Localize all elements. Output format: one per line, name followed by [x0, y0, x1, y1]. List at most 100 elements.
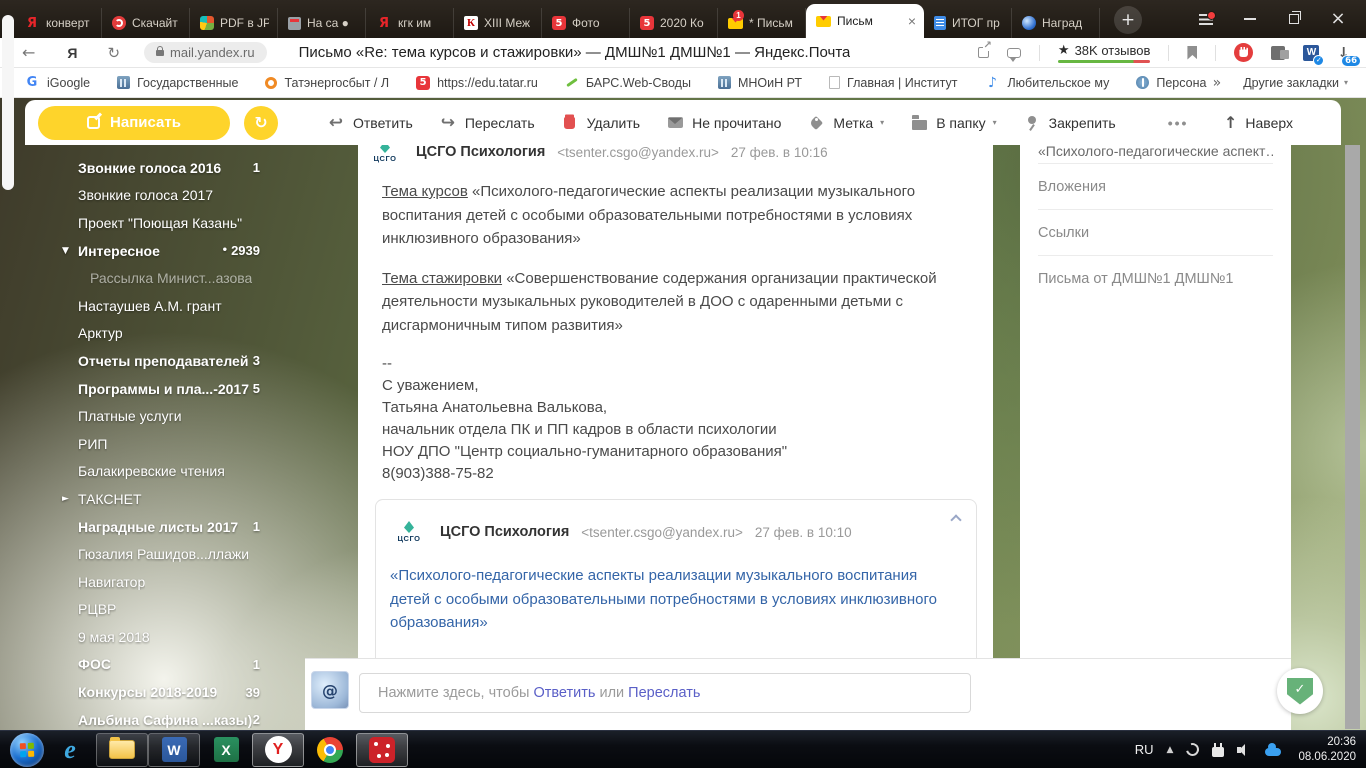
yandex-browser-taskbar-button[interactable]: Y [252, 733, 304, 767]
scroll-to-top-button[interactable]: ↑ Наверх [1224, 113, 1293, 132]
folder-item[interactable]: Балакиревские чтения [78, 458, 260, 486]
folder-item[interactable]: ▼ Интересное • 2939 [78, 237, 260, 265]
folder-item[interactable]: РЦВР [78, 596, 260, 624]
cloud-sync-icon[interactable] [1265, 748, 1281, 756]
tab-close-icon[interactable]: × [908, 13, 916, 29]
mail-action-button[interactable]: Удалить [560, 114, 640, 132]
bookmark-item[interactable]: G iGoogle [24, 75, 90, 91]
folder-item[interactable]: Арктур [78, 320, 260, 348]
info-panel-item[interactable]: Вложения [1038, 163, 1273, 209]
folder-item[interactable]: Наградные листы 2017 1 [78, 513, 260, 541]
folder-item[interactable]: Конкурсы 2018-2019 39 [78, 678, 260, 706]
folder-expand-icon[interactable]: ► [62, 494, 69, 504]
adblock-hand-icon[interactable] [1234, 43, 1253, 62]
bookmark-item[interactable]: Татэнергосбыт / Л [265, 76, 389, 90]
ie-taskbar-button[interactable]: e [44, 733, 96, 767]
scrollbar-thumb[interactable] [2, 15, 14, 190]
browser-tab[interactable]: Я конверт [14, 8, 102, 38]
info-panel-item[interactable]: Ссылки [1038, 209, 1273, 255]
mail-action-button[interactable]: Переслать [438, 114, 535, 132]
check-mail-button[interactable]: ↻ [244, 106, 278, 140]
new-tab-button[interactable]: + [1114, 6, 1142, 34]
bookmark-item[interactable]: МНОиН РТ [718, 76, 802, 90]
folder-item[interactable]: РИП [78, 430, 260, 458]
language-indicator[interactable]: RU [1135, 742, 1154, 757]
chrome-taskbar-button[interactable] [304, 733, 356, 767]
explorer-taskbar-button[interactable] [96, 733, 148, 767]
mail-action-button[interactable]: В папку ▾ [909, 114, 996, 132]
browser-tab[interactable]: ИТОГ пр [924, 8, 1012, 38]
tray-expand-icon[interactable]: ▲ [1167, 745, 1174, 755]
folder-item[interactable]: 9 мая 2018 [78, 623, 260, 651]
mail-action-button[interactable]: Метка ▾ [806, 114, 884, 132]
bookmark-item[interactable]: Государственные [117, 76, 238, 90]
back-button[interactable]: ← [22, 43, 35, 62]
quick-reply-input[interactable]: Нажмите здесь, чтобы Ответить или Пересл… [359, 673, 971, 713]
browser-tab[interactable]: 5 2020 Ко [630, 8, 718, 38]
browser-tab[interactable]: Письм × [806, 4, 924, 38]
tray-app-icon[interactable] [1184, 741, 1202, 759]
mail-action-button[interactable]: Закрепить [1022, 114, 1116, 132]
folder-item[interactable]: Платные услуги [78, 402, 260, 430]
bookmark-item[interactable]: ♪ Любительское му [984, 75, 1109, 91]
folder-item[interactable]: Отчеты преподавателей 3 [78, 347, 260, 375]
folder-item[interactable]: Звонкие голоса 2017 [78, 182, 260, 210]
compose-button[interactable]: Написать [38, 106, 230, 140]
bookmark-item[interactable]: 5 https://edu.tatar.ru [416, 76, 538, 90]
downloads-button[interactable]: ↓66 [1337, 44, 1350, 62]
comments-icon[interactable] [1007, 48, 1021, 58]
folder-item[interactable]: Настаушев А.М. грант [78, 292, 260, 320]
bookmark-item[interactable]: Главная | Институт [829, 76, 957, 90]
word-taskbar-button[interactable]: W [148, 733, 200, 767]
mail-action-button[interactable]: Не прочитано [665, 114, 781, 132]
share-icon[interactable] [978, 47, 989, 58]
folder-item[interactable]: Программы и пла...-2017 5 [78, 375, 260, 403]
site-reviews-widget[interactable]: ★ 38K отзывов [1058, 43, 1151, 63]
adguard-assistant-button[interactable]: ✓ [1277, 668, 1323, 714]
sender-name[interactable]: ЦСГО Психология [440, 524, 569, 540]
safely-remove-icon[interactable] [1212, 747, 1224, 757]
browser-menu-button[interactable] [1184, 0, 1228, 38]
volume-icon[interactable] [1237, 744, 1252, 756]
mail-action-button[interactable]: ••• [1141, 114, 1189, 132]
browser-tab[interactable]: Скачайт [102, 8, 190, 38]
word-extension-icon[interactable]: W✓ [1303, 45, 1319, 61]
topic-internship-link[interactable]: Тема стажировки [382, 270, 502, 287]
topic-courses-link[interactable]: Тема курсов [382, 183, 468, 200]
info-panel-item[interactable]: Письма от ДМШ№1 ДМШ№1 [1038, 255, 1273, 301]
url-pill[interactable]: mail.yandex.ru [144, 42, 267, 63]
close-button[interactable]: × [1316, 0, 1360, 38]
r7-app-taskbar-button[interactable] [356, 733, 408, 767]
extension-icon[interactable] [1271, 46, 1285, 60]
folder-expand-icon[interactable]: ▼ [62, 246, 69, 256]
bookmarks-overflow-icon[interactable]: » [1213, 75, 1222, 91]
excel-taskbar-button[interactable]: X [200, 733, 252, 767]
sender-name[interactable]: ЦСГО Психология [416, 145, 545, 160]
folder-item[interactable]: Рассылка Минист...азова [78, 264, 260, 292]
browser-tab[interactable]: К XIII Меж [454, 8, 542, 38]
folder-item[interactable]: ФОС 1 [78, 651, 260, 679]
refresh-button[interactable]: ↻ [107, 44, 120, 62]
other-bookmarks-button[interactable]: Другие закладки ▾ [1243, 76, 1348, 90]
restore-button[interactable] [1272, 0, 1316, 38]
minimize-button[interactable] [1228, 0, 1272, 38]
browser-tab[interactable]: 1 * Письм [718, 8, 806, 38]
folder-item[interactable]: Гюзалия Рашидов...ллажи [78, 540, 260, 568]
folder-item[interactable]: Проект "Поющая Казань" [78, 209, 260, 237]
yandex-logo-icon[interactable]: Я [67, 45, 77, 61]
bookmark-item[interactable]: БАРС.Web-Своды [565, 76, 691, 90]
browser-tab[interactable]: PDF в JP [190, 8, 278, 38]
forward-link[interactable]: Переслать [628, 685, 700, 701]
browser-tab[interactable]: На са ● [278, 8, 366, 38]
browser-tab[interactable]: Я кгк им [366, 8, 454, 38]
bookmark-icon[interactable] [1187, 46, 1197, 60]
folder-item[interactable]: Звонкие голоса 2016 1 [78, 154, 260, 182]
folder-item[interactable]: Навигатор [78, 568, 260, 596]
browser-tab[interactable]: Наград [1012, 8, 1100, 38]
info-panel-item[interactable]: «Психолого-педагогические аспект… [1038, 145, 1273, 163]
browser-tab[interactable]: 5 Фото [542, 8, 630, 38]
tray-clock[interactable]: 20:36 08.06.2020 [1298, 735, 1356, 765]
reply-link[interactable]: Ответить [533, 685, 595, 701]
scrollbar-track[interactable] [1345, 145, 1360, 729]
mail-action-button[interactable]: Ответить [326, 114, 413, 132]
